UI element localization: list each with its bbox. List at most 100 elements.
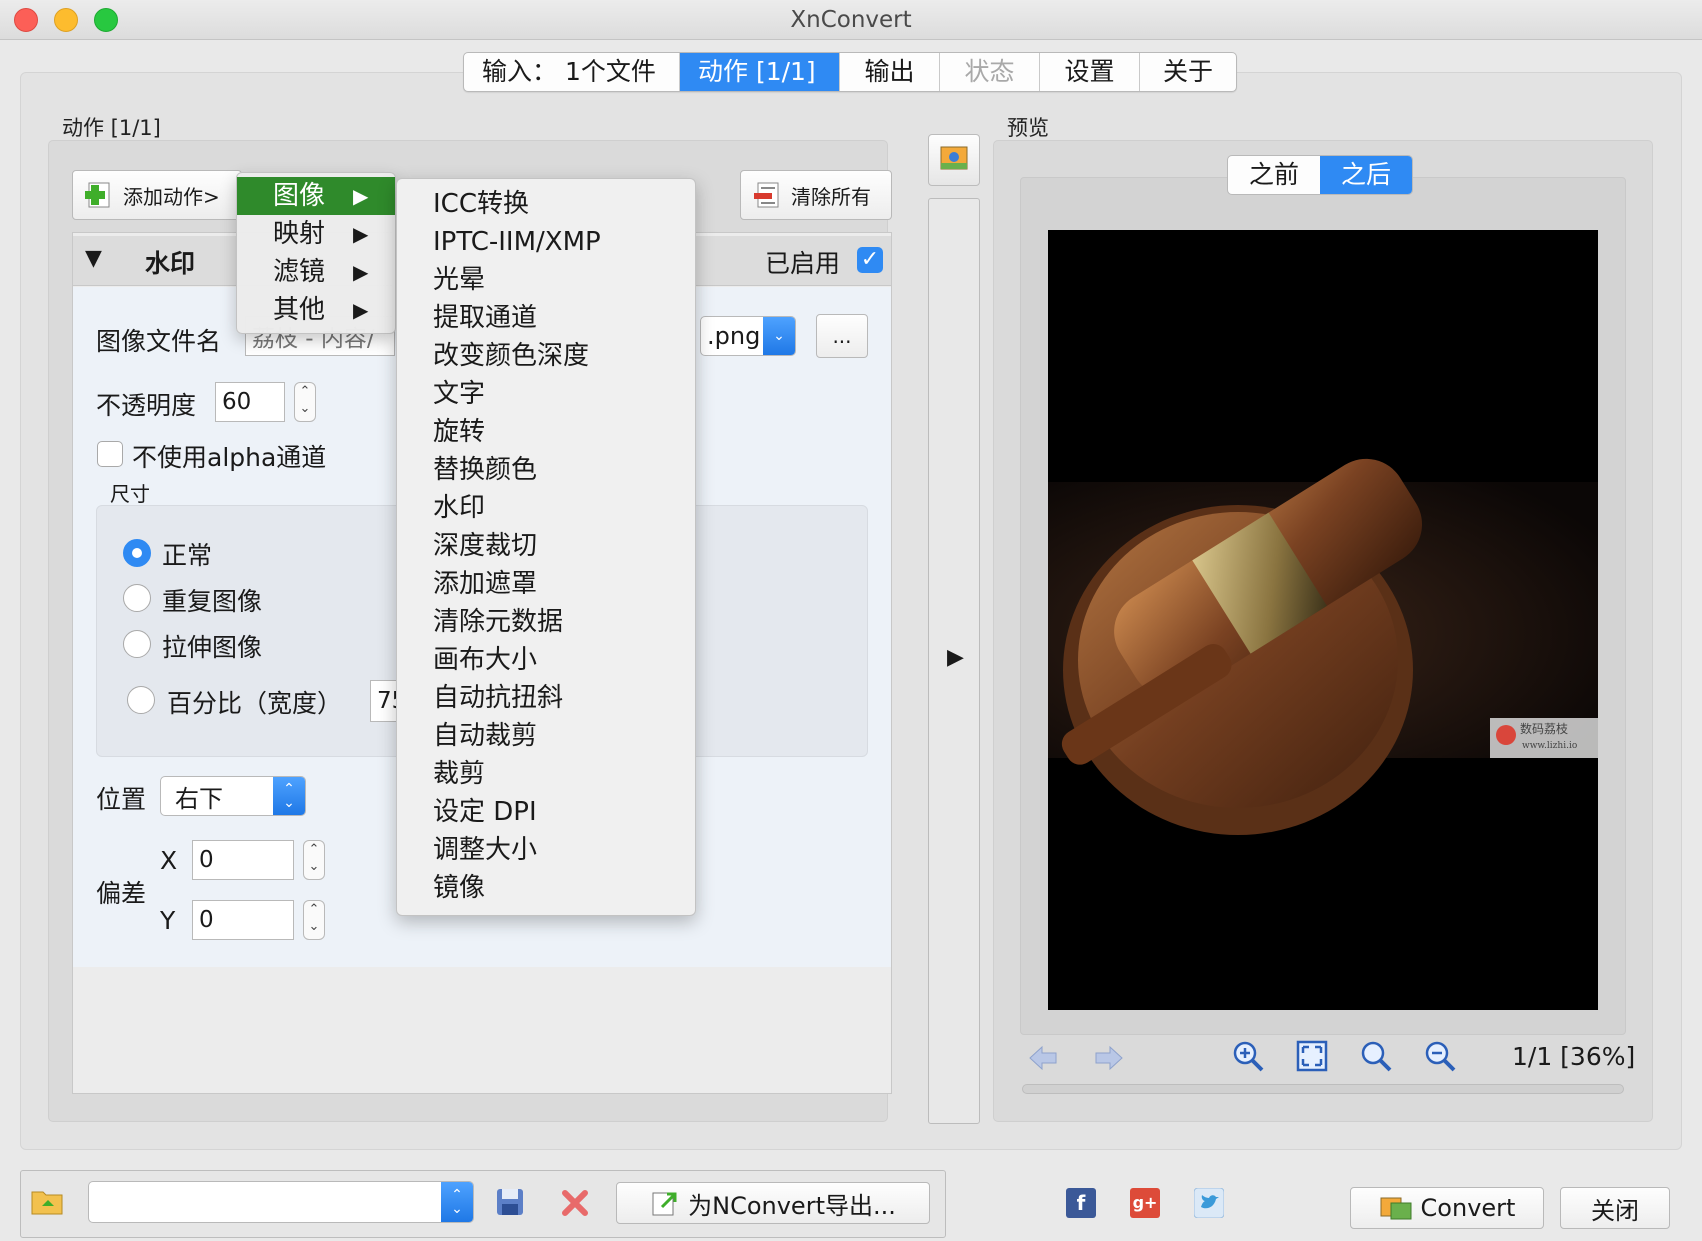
image-filename-field-right[interactable]: .png ⌄ (700, 316, 796, 356)
menu-item-label: 其他 (273, 295, 326, 325)
size-stretch-radio[interactable] (123, 630, 151, 658)
position-label: 位置 (96, 785, 147, 814)
submenu-item[interactable]: 自动抗扭斜 (397, 679, 695, 717)
submenu-item[interactable]: 改变颜色深度 (397, 337, 695, 375)
delete-icon[interactable] (560, 1188, 590, 1218)
add-action-button[interactable]: 添加动作> (72, 170, 242, 220)
menu-item-other[interactable]: 其他 ▶ (237, 291, 395, 329)
tab-actions[interactable]: 动作 [1/1] (680, 53, 840, 91)
after-button[interactable]: 之后 (1320, 156, 1412, 194)
size-percent-radio[interactable] (127, 686, 155, 714)
submenu-item[interactable]: 清除元数据 (397, 603, 695, 641)
menu-item-image[interactable]: 图像 ▶ (237, 177, 395, 215)
offset-x-stepper[interactable]: ⌃ ⌄ (303, 840, 325, 880)
submenu-item[interactable]: 光晕 (397, 261, 695, 299)
offset-x-label: X (160, 846, 178, 875)
tab-about[interactable]: 关于 (1140, 53, 1236, 91)
open-folder-icon[interactable] (30, 1186, 66, 1218)
size-normal-radio[interactable] (123, 539, 151, 567)
opacity-stepper[interactable]: ⌃ ⌄ (294, 382, 316, 422)
size-repeat-label: 重复图像 (162, 587, 263, 616)
watermark-text: 数码荔枝 (1520, 721, 1568, 736)
save-icon[interactable] (494, 1186, 526, 1218)
previous-arrow-icon[interactable] (1026, 1040, 1062, 1076)
submenu-item[interactable]: 画布大小 (397, 641, 695, 679)
watermark-url: www.lizhi.io (1522, 741, 1577, 751)
no-alpha-checkbox[interactable] (97, 441, 123, 467)
preset-select[interactable]: ⌃ ⌄ (88, 1181, 474, 1223)
position-value: 右下 (175, 784, 223, 813)
submenu-item[interactable]: 水印 (397, 489, 695, 527)
export-nconvert-button[interactable]: 为NConvert导出... (616, 1182, 930, 1224)
tab-settings[interactable]: 设置 (1040, 53, 1140, 91)
image-filename-label: 图像文件名 (96, 327, 222, 356)
before-after-toggle: 之前 之后 (1227, 155, 1413, 195)
submenu-arrow-icon: ▶ (353, 184, 369, 208)
offset-y-label: Y (160, 906, 176, 935)
add-icon (85, 182, 110, 208)
title-bar: XnConvert (0, 0, 1702, 40)
submenu-item[interactable]: IPTC-IIM/XMP (397, 223, 695, 261)
offset-x-input[interactable]: 0 (192, 840, 294, 880)
no-alpha-label: 不使用alpha通道 (132, 443, 327, 472)
twitter-icon[interactable] (1194, 1188, 1224, 1218)
fit-to-window-icon[interactable] (1294, 1038, 1330, 1074)
zoom-out-icon[interactable] (1422, 1038, 1458, 1074)
menu-item-label: 滤镜 (273, 257, 326, 287)
submenu-item[interactable]: 设定 DPI (397, 793, 695, 831)
splitter-strip[interactable]: ▶ (928, 198, 980, 1124)
image-submenu: ICC转换 IPTC-IIM/XMP 光晕 提取通道 改变颜色深度 文字 旋转 … (396, 178, 696, 916)
size-stretch-label: 拉伸图像 (162, 633, 263, 662)
enabled-checkbox[interactable]: ✓ (857, 247, 883, 273)
page-zoom-info: 1/1 [36%] (1512, 1042, 1636, 1071)
submenu-item[interactable]: 旋转 (397, 413, 695, 451)
convert-icon (1380, 1197, 1412, 1220)
submenu-item[interactable]: 提取通道 (397, 299, 695, 337)
submenu-item[interactable]: 添加遮罩 (397, 565, 695, 603)
size-repeat-radio[interactable] (123, 584, 151, 612)
before-button[interactable]: 之前 (1228, 156, 1320, 194)
submenu-item[interactable]: ICC转换 (397, 185, 695, 223)
menu-item-filter[interactable]: 滤镜 ▶ (237, 253, 395, 291)
submenu-item[interactable]: 替换颜色 (397, 451, 695, 489)
tab-output[interactable]: 输出 (840, 53, 940, 91)
actions-section-label: 动作 [1/1] (62, 116, 161, 140)
position-select[interactable]: 右下 ⌃ ⌄ (160, 776, 306, 816)
next-arrow-icon[interactable] (1090, 1040, 1126, 1076)
clear-all-button[interactable]: 清除所有 (740, 170, 892, 220)
facebook-icon[interactable]: f (1066, 1188, 1096, 1218)
chevron-down-icon: ⌄ (763, 317, 795, 355)
clear-all-label: 清除所有 (791, 184, 871, 209)
submenu-item[interactable]: 镜像 (397, 869, 695, 907)
zoom-actual-icon[interactable] (1358, 1038, 1394, 1074)
submenu-item[interactable]: 深度裁切 (397, 527, 695, 565)
zoom-in-icon[interactable] (1230, 1038, 1266, 1074)
google-plus-icon[interactable]: g+ (1130, 1188, 1160, 1218)
collapse-triangle-icon[interactable]: ▼ (85, 246, 102, 271)
submenu-item[interactable]: 自动裁剪 (397, 717, 695, 755)
expand-arrow-icon[interactable]: ▶ (947, 645, 964, 670)
browse-button[interactable]: ... (816, 314, 868, 358)
export-icon (652, 1192, 677, 1216)
tab-input[interactable]: 输入： 1个文件 (464, 53, 680, 91)
preview-toggle-button[interactable] (928, 134, 980, 186)
offset-y-input[interactable]: 0 (192, 900, 294, 940)
convert-button[interactable]: Convert (1350, 1187, 1544, 1229)
offset-y-stepper[interactable]: ⌃ ⌄ (303, 900, 325, 940)
submenu-item[interactable]: 调整大小 (397, 831, 695, 869)
menu-item-map[interactable]: 映射 ▶ (237, 215, 395, 253)
picture-icon (940, 146, 968, 170)
updown-chevron-icon: ⌃ ⌄ (273, 777, 305, 815)
close-button[interactable]: 关闭 (1560, 1187, 1670, 1229)
window-title: XnConvert (790, 7, 912, 33)
submenu-arrow-icon: ▶ (353, 222, 369, 246)
opacity-input[interactable]: 60 (215, 382, 285, 422)
gavel-photo: 数码荔枝 www.lizhi.io (1048, 230, 1598, 1010)
submenu-item[interactable]: 裁剪 (397, 755, 695, 793)
updown-chevron-icon: ⌃ ⌄ (441, 1182, 473, 1222)
tab-status[interactable]: 状态 (940, 53, 1040, 91)
menu-item-label: 映射 (273, 219, 326, 249)
submenu-arrow-icon: ▶ (353, 298, 369, 322)
preview-scrollbar[interactable] (1022, 1084, 1624, 1094)
submenu-item[interactable]: 文字 (397, 375, 695, 413)
